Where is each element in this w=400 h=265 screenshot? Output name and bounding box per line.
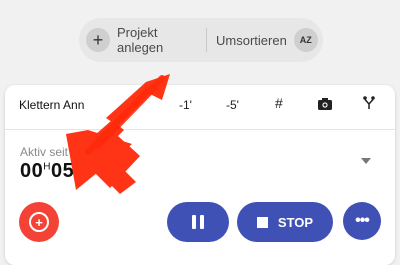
plus-icon: +	[86, 28, 110, 52]
alarm-add-icon: +	[29, 212, 49, 232]
add-project-button[interactable]: + Projekt anlegen	[79, 18, 206, 62]
timer-hours: 00	[20, 160, 44, 182]
fork-icon[interactable]	[363, 96, 375, 113]
top-action-bar: + Projekt anlegen Umsortieren AZ	[79, 18, 323, 62]
camera-icon[interactable]	[318, 97, 332, 113]
minus-5-minutes-button[interactable]: -5'	[226, 98, 239, 112]
hash-icon[interactable]: #	[275, 95, 283, 111]
more-button[interactable]: •••	[343, 202, 381, 240]
stop-icon	[256, 216, 268, 228]
add-project-label: Projekt anlegen	[117, 25, 164, 55]
stop-button[interactable]: STOP	[237, 202, 333, 242]
reorder-label: Umsortieren	[216, 32, 287, 48]
sort-az-icon: AZ	[293, 28, 318, 52]
reorder-button[interactable]: Umsortieren AZ	[206, 18, 323, 62]
stop-label: STOP	[277, 214, 314, 230]
red-arrow-scribble-annotation	[66, 74, 170, 194]
more-icon: •••	[355, 212, 370, 229]
timer-hours-unit: H	[43, 161, 51, 173]
expand-dropdown-icon[interactable]	[361, 158, 371, 164]
add-alarm-button[interactable]: +	[19, 202, 59, 242]
pause-icon	[192, 215, 204, 229]
